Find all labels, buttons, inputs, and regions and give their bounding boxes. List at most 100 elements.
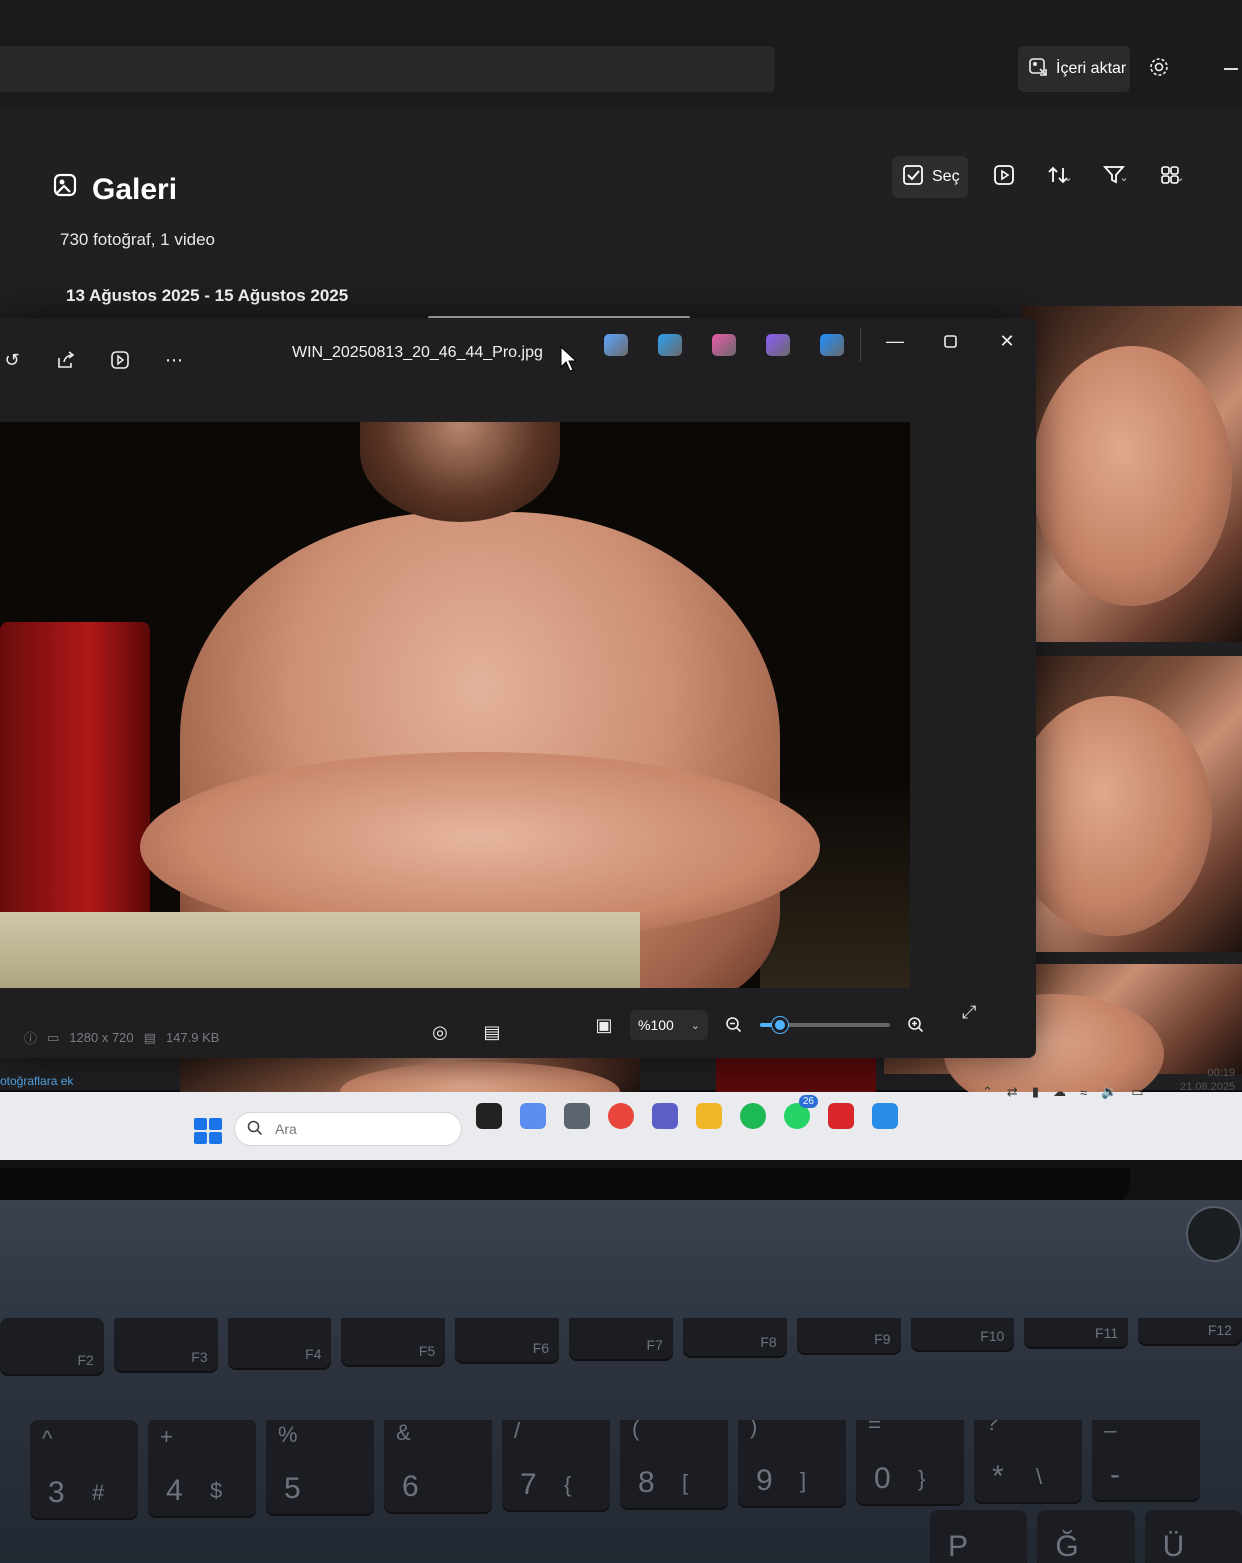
more-options-icon[interactable]: ⋯ xyxy=(162,348,186,372)
close-icon[interactable]: ✕ xyxy=(996,330,1018,352)
spotify-icon[interactable] xyxy=(740,1103,766,1129)
filter-button[interactable]: ⌄ xyxy=(1096,156,1136,198)
key-f3[interactable]: F3 xyxy=(113,1318,218,1373)
share-icon[interactable] xyxy=(54,348,78,372)
displayed-photo xyxy=(0,422,910,988)
file-size-icon: ▤ xyxy=(143,1029,156,1045)
photos-icon[interactable] xyxy=(872,1103,898,1129)
network-sync-icon[interactable]: ⇄ xyxy=(1007,1084,1018,1100)
crop-focus-icon[interactable]: ◎ xyxy=(428,1020,452,1044)
onedrive-icon[interactable] xyxy=(820,334,844,356)
view-button[interactable]: ⌄ xyxy=(1152,156,1192,198)
minimize-icon[interactable] xyxy=(1224,68,1238,70)
key-label: F3 xyxy=(191,1349,208,1365)
battery-icon[interactable]: ▭ xyxy=(1131,1084,1143,1100)
power-button[interactable] xyxy=(1186,1206,1242,1262)
key-f5[interactable]: F5 xyxy=(341,1318,446,1367)
rotate-icon[interactable]: ↺ xyxy=(0,348,24,372)
task-view-icon[interactable] xyxy=(476,1103,502,1129)
cloud-icon[interactable]: ☁ xyxy=(1053,1084,1066,1100)
footer-link[interactable]: otoğraflara ek xyxy=(0,1074,73,1088)
key-f11[interactable]: F11PrtSc xyxy=(1024,1318,1129,1349)
key--[interactable]: _ - xyxy=(1092,1420,1200,1502)
volume-icon[interactable]: 🔉 xyxy=(1101,1084,1117,1100)
key-label: ] xyxy=(800,1468,807,1493)
key-f6[interactable]: F6 xyxy=(455,1318,560,1364)
maximize-icon[interactable] xyxy=(940,330,962,352)
slideshow-button[interactable] xyxy=(984,156,1024,198)
key-label: ? xyxy=(986,1420,999,1435)
gallery-icon xyxy=(52,172,80,208)
zoom-slider-handle[interactable] xyxy=(771,1017,788,1033)
wifi-icon[interactable]: ≈ xyxy=(1080,1085,1087,1100)
key-label: ^ xyxy=(42,1426,53,1451)
fit-window-icon[interactable]: ▣ xyxy=(592,1013,616,1037)
photos-icon[interactable] xyxy=(658,334,682,356)
letter-key-row: PĞÜ xyxy=(930,1510,1242,1563)
photo-thumbnail[interactable] xyxy=(716,1058,876,1092)
chrome-icon[interactable] xyxy=(608,1103,634,1129)
zoom-select[interactable]: %100 ⌄ xyxy=(630,1010,708,1040)
system-tray: ⌃ ⇄ ▮ ☁ ≈ 🔉 ▭ xyxy=(982,1084,1144,1100)
zoom-slider[interactable] xyxy=(760,1017,890,1033)
dimensions-icon: ▭ xyxy=(47,1029,60,1045)
key-f4[interactable]: F4 xyxy=(227,1318,332,1370)
key-label: \ xyxy=(1036,1464,1043,1489)
teams-icon[interactable] xyxy=(652,1103,678,1129)
gallery-search-bar[interactable] xyxy=(0,46,775,92)
key-ü[interactable]: Ü xyxy=(1144,1510,1242,1563)
photo-thumbnail[interactable] xyxy=(1022,306,1242,642)
key-label: = xyxy=(868,1420,881,1437)
key-5[interactable]: % 5 xyxy=(266,1420,374,1516)
key-label: _ xyxy=(1104,1420,1117,1433)
photo-thumbnail[interactable] xyxy=(1002,656,1242,952)
clipchamp-icon[interactable] xyxy=(766,334,790,356)
key-ğ[interactable]: Ğ xyxy=(1037,1510,1135,1563)
key-f8[interactable]: F8 xyxy=(682,1318,787,1358)
zoom-out-icon[interactable] xyxy=(722,1013,746,1037)
import-button[interactable]: İçeri aktar xyxy=(1018,46,1130,92)
clock[interactable]: 00:19 21.08.2025 xyxy=(1180,1066,1235,1094)
clock-date: 21.08.2025 xyxy=(1180,1081,1236,1093)
key-label: % xyxy=(278,1422,298,1447)
taskbar-search[interactable]: Ara xyxy=(234,1112,462,1146)
file-size: 147.9 KB xyxy=(165,1030,220,1045)
key-4[interactable]: +4 $ xyxy=(148,1420,256,1518)
key-label: F7 xyxy=(646,1337,663,1353)
key-f10[interactable]: F10 xyxy=(910,1318,1015,1352)
minimize-icon[interactable]: — xyxy=(884,330,906,352)
key-3[interactable]: ^ 3 # xyxy=(30,1420,138,1520)
key-*[interactable]: ? * \ xyxy=(974,1420,1082,1504)
settings-icon[interactable] xyxy=(564,1103,590,1129)
key-9[interactable]: ) 9] xyxy=(738,1420,846,1508)
key-f2[interactable]: F2 xyxy=(0,1318,104,1376)
viewer-titlebar: ↺ ⋯ WIN_20250813_20_46_44_Pro.jpg — ✕ xyxy=(0,318,1036,390)
fullscreen-icon[interactable]: ⤢ xyxy=(962,1002,986,1026)
designer-icon[interactable] xyxy=(712,334,736,356)
key-f9[interactable]: F9 xyxy=(796,1318,901,1355)
key-6[interactable]: & 6 xyxy=(384,1420,492,1514)
key-0[interactable]: = 0} xyxy=(856,1420,964,1506)
function-key-row: F2 F3 F4 F5 F6 F7 F8 F9 F10 F11PrtSc F12Ins xyxy=(0,1318,1242,1376)
photo-thumbnail[interactable] xyxy=(180,1058,640,1122)
key-p[interactable]: P xyxy=(930,1510,1028,1563)
whatsapp-icon[interactable]: 26 xyxy=(784,1095,818,1129)
file-explorer-icon[interactable] xyxy=(696,1103,722,1129)
text-scan-icon[interactable]: ▤ xyxy=(480,1020,504,1044)
copilot-icon[interactable] xyxy=(604,334,628,356)
zoom-in-icon[interactable] xyxy=(904,1013,928,1037)
settings-button[interactable] xyxy=(1144,54,1174,84)
key-7[interactable]: / 7 { xyxy=(502,1420,610,1512)
chevron-up-icon[interactable]: ⌃ xyxy=(982,1084,993,1100)
slideshow-icon[interactable] xyxy=(108,348,132,372)
start-button[interactable] xyxy=(194,1118,222,1144)
sort-button[interactable]: ⌄ xyxy=(1040,156,1080,198)
info-icon[interactable]: ⓘ xyxy=(24,1028,37,1047)
key-f12[interactable]: F12Ins xyxy=(1138,1318,1242,1346)
key-f7[interactable]: F7 xyxy=(569,1318,673,1361)
input-icon[interactable]: ▮ xyxy=(1032,1084,1039,1100)
app-icon-red[interactable] xyxy=(828,1103,854,1129)
key-8[interactable]: (8 [ xyxy=(620,1420,728,1510)
copilot-icon[interactable] xyxy=(520,1103,546,1129)
select-button[interactable]: Seç xyxy=(892,156,968,198)
